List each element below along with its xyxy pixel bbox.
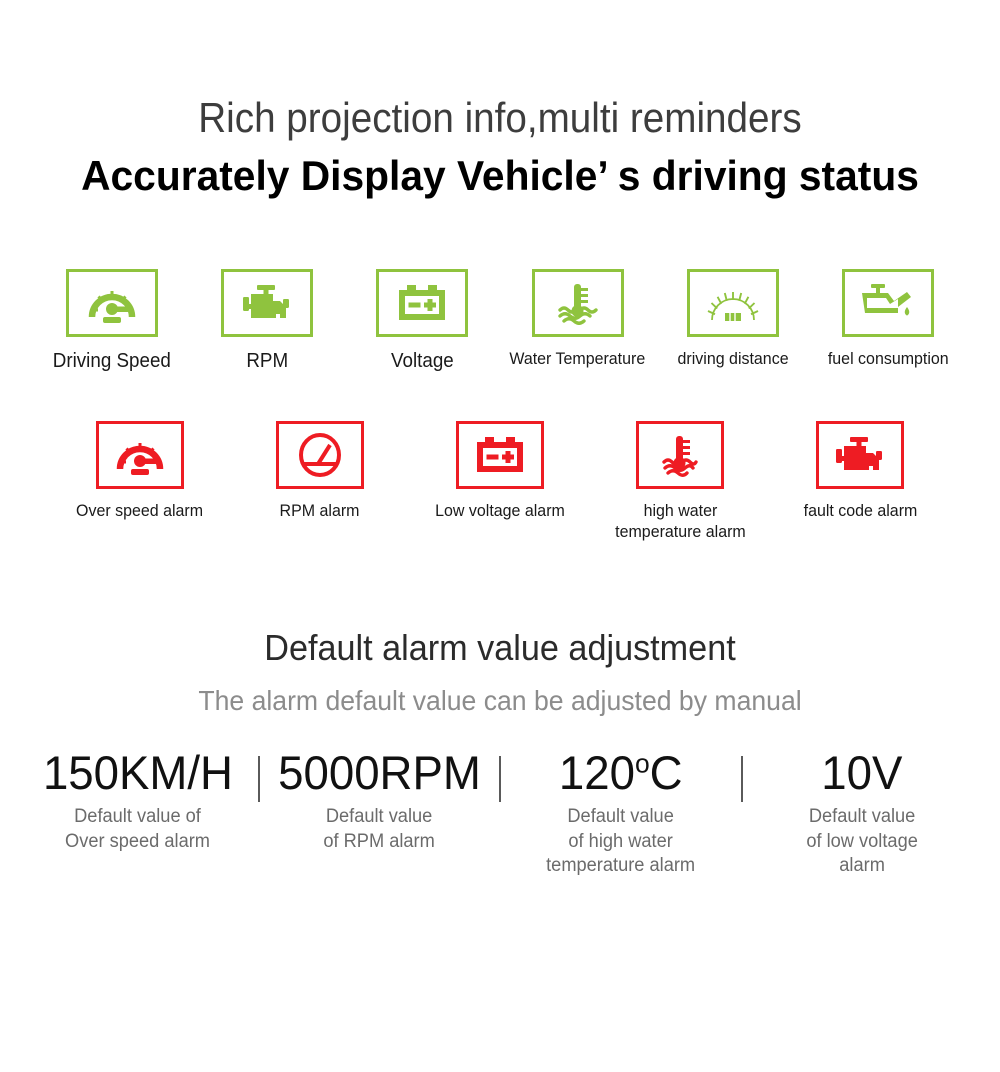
alarm-item-over-speed[interactable]: Over speed alarm <box>50 420 230 522</box>
feature-label: fuel consumption <box>827 348 949 368</box>
tachometer-alarm-icon <box>294 432 346 478</box>
speedometer-alarm-icon <box>112 433 168 477</box>
default-values-row: 150KM/H Default value of Over speed alar… <box>0 745 1000 879</box>
default-value-digits: 120 <box>558 745 635 799</box>
default-value-label: Default value of low voltage alarm <box>806 806 919 877</box>
feature-label: RPM <box>246 349 288 372</box>
battery-alarm-icon-box <box>456 420 544 489</box>
engine-icon <box>239 281 295 325</box>
degree-symbol: o <box>634 747 650 779</box>
battery-icon-box <box>376 268 469 337</box>
engine-alarm-icon <box>832 433 888 477</box>
default-value-number: 10V <box>821 745 903 799</box>
oil-can-icon-box <box>842 268 935 337</box>
water-temperature-icon <box>550 281 606 325</box>
water-temperature-icon-box <box>531 268 624 337</box>
alarm-item-fault-code[interactable]: fault code alarm <box>770 420 950 522</box>
alarm-label: RPM alarm <box>280 500 360 520</box>
default-value-label: Default value of Over speed alarm <box>65 806 211 852</box>
alarm-item-rpm[interactable]: RPM alarm <box>230 420 410 522</box>
default-value-high-water-temperature: 120oC Default value of high water temper… <box>501 745 741 879</box>
hero-subtitle: Rich projection info,multi reminders <box>198 94 802 141</box>
alarm-icon-row: Over speed alarm RPM alarm Low voltage a… <box>0 420 1000 542</box>
default-value-label: Default value of high water temperature … <box>546 806 696 877</box>
default-value-number: 120oC <box>558 745 683 800</box>
feature-item-driving-speed[interactable]: Driving Speed <box>34 268 189 373</box>
alarm-item-low-voltage[interactable]: Low voltage alarm <box>410 420 590 522</box>
default-value-number: 5000RPM <box>277 745 481 799</box>
default-value-rpm: 5000RPM Default value of RPM alarm <box>260 745 500 854</box>
engine-icon-box <box>221 268 313 337</box>
default-value-low-voltage: 10V Default value of low voltage alarm <box>743 745 983 879</box>
alarm-label: Low voltage alarm <box>435 500 565 520</box>
page-title: Accurately Display Vehicle’ s driving st… <box>81 152 919 200</box>
feature-item-voltage[interactable]: Voltage <box>345 268 500 373</box>
default-value-unit: C <box>649 745 683 799</box>
water-temperature-alarm-icon <box>652 433 708 477</box>
feature-item-fuel-consumption[interactable]: fuel consumption <box>811 268 966 370</box>
default-value-number: 150KM/H <box>42 745 233 799</box>
hero-section: Rich projection info,multi reminders Acc… <box>0 0 1000 203</box>
feature-label: Voltage <box>390 349 454 372</box>
water-temperature-alarm-icon-box <box>636 420 724 489</box>
alarm-label: fault code alarm <box>803 500 917 520</box>
feature-label: Driving Speed <box>52 349 171 372</box>
default-value-over-speed: 150KM/H Default value of Over speed alar… <box>18 745 258 854</box>
default-alarm-section: Default alarm value adjustment The alarm… <box>0 628 1000 878</box>
oil-can-icon <box>859 281 917 325</box>
battery-icon <box>394 281 450 325</box>
speedometer-alarm-icon-box <box>96 420 184 489</box>
speedometer-icon <box>84 281 140 325</box>
feature-item-rpm[interactable]: RPM <box>189 268 344 373</box>
section-description: The alarm default value can be adjusted … <box>198 685 802 717</box>
speedometer-icon-box <box>65 268 158 337</box>
feature-label: driving distance <box>677 348 789 368</box>
section-title: Default alarm value adjustment <box>264 627 736 669</box>
tachometer-alarm-icon-box <box>276 420 364 489</box>
alarm-item-high-water-temperature[interactable]: high water temperature alarm <box>590 420 770 542</box>
feature-item-driving-distance[interactable]: driving distance <box>655 268 810 370</box>
odometer-icon <box>705 281 761 325</box>
engine-alarm-icon-box <box>816 420 904 489</box>
feature-item-water-temperature[interactable]: Water Temperature <box>500 268 655 370</box>
alarm-label: Over speed alarm <box>76 500 204 520</box>
alarm-label: high water temperature alarm <box>614 500 746 541</box>
feature-label: Water Temperature <box>509 348 646 368</box>
odometer-icon-box <box>686 268 779 337</box>
battery-alarm-icon <box>472 433 528 477</box>
feature-icon-row: Driving Speed RPM Voltage Water Temperat… <box>0 268 1000 373</box>
default-value-label: Default value of RPM alarm <box>323 806 435 852</box>
